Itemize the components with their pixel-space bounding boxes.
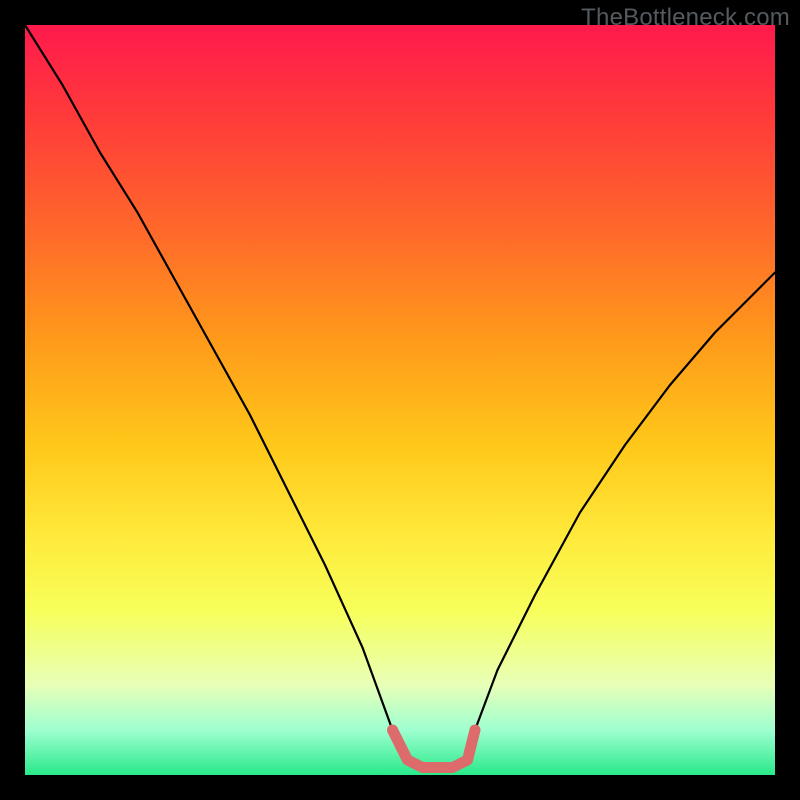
watermark-text: TheBottleneck.com: [581, 4, 790, 32]
bottleneck-curve: [25, 25, 775, 768]
chart-frame: TheBottleneck.com: [0, 0, 800, 800]
optimal-range-highlight: [393, 730, 476, 768]
curve-layer: [25, 25, 775, 775]
plot-area: [25, 25, 775, 775]
